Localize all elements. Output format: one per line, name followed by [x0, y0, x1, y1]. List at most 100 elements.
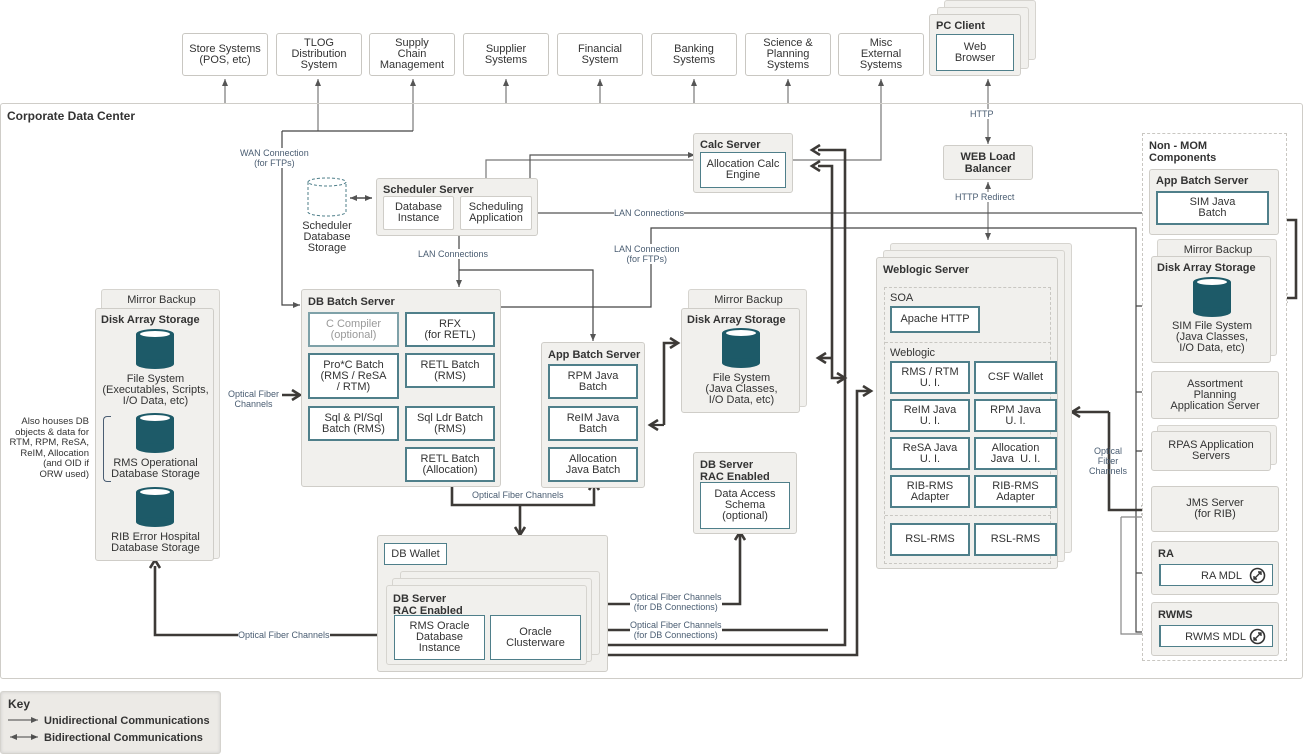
optical-fiber-db-label-2: Optical Fiber Channels (for DB Connectio…	[630, 620, 722, 640]
db-server-das-title: DB Server RAC Enabled	[700, 459, 770, 483]
external-system-science-planning[interactable]: Science & Planning Systems	[745, 33, 831, 76]
note-bracket	[103, 416, 111, 482]
external-system-misc[interactable]: Misc External Systems	[838, 33, 924, 76]
rms-rtm-ui[interactable]: RMS / RTM U. I.	[890, 361, 970, 394]
optical-fiber-db-label-1: Optical Fiber Channels (for DB Connectio…	[630, 592, 722, 612]
mid-storage-title: Disk Array Storage	[687, 314, 786, 326]
left-storage-title: Disk Array Storage	[101, 314, 200, 326]
java-fs-label: File System (Java Classes, I/O Data, etc…	[705, 372, 778, 406]
ra-title: RA	[1158, 548, 1174, 560]
weblogic-server[interactable]: Weblogic Server SOA Apache HTTP Weblogic…	[876, 257, 1058, 569]
rwms-mdl-label: RWMS MDL	[1185, 631, 1246, 643]
sql-plsql-batch[interactable]: Sql & Pl/Sql Batch (RMS)	[308, 406, 399, 441]
assortment-planning-server[interactable]: Assortment Planning Application Server	[1151, 371, 1279, 419]
sim-disk-array-storage[interactable]: Disk Array Storage SIM File System (Java…	[1151, 256, 1271, 363]
allocation-java-batch[interactable]: Allocation Java Batch	[548, 447, 638, 482]
app-batch-server-title: App Batch Server	[548, 349, 641, 361]
scheduler-storage-icon	[307, 177, 347, 217]
retl-batch-rms[interactable]: RETL Batch (RMS)	[405, 353, 495, 388]
resa-java-ui[interactable]: ReSA Java U. I.	[890, 437, 970, 470]
wan-connection-label: WAN Connection (for FTPs)	[240, 148, 309, 168]
rpm-java-batch[interactable]: RPM Java Batch	[548, 364, 638, 399]
rsl-rms-1[interactable]: RSL-RMS	[890, 523, 970, 556]
scheduling-application[interactable]: Scheduling Application	[460, 196, 532, 230]
web-browser[interactable]: Web Browser	[936, 34, 1014, 71]
rwms-title: RWMS	[1158, 609, 1193, 621]
rib-rms-adapter-1[interactable]: RIB-RMS Adapter	[890, 475, 970, 508]
storage-note: Also houses DB objects & data for RTM, R…	[9, 416, 89, 480]
db-server-rac[interactable]: DB Server RAC Enabled RMS Oracle Databas…	[386, 585, 587, 665]
external-system-banking[interactable]: Banking Systems	[651, 33, 737, 76]
rfx[interactable]: RFX (for RETL)	[405, 312, 495, 347]
rsl-rms-2[interactable]: RSL-RMS	[974, 523, 1057, 556]
external-system-supplier[interactable]: Supplier Systems	[463, 33, 549, 76]
sim-app-batch-server[interactable]: App Batch Server SIM Java Batch	[1149, 169, 1279, 235]
mdl-link-icon	[1249, 567, 1266, 584]
rpas-application-servers[interactable]: RPAS Application Servers	[1151, 431, 1271, 471]
apache-http[interactable]: Apache HTTP	[890, 306, 980, 333]
allocation-calc-engine[interactable]: Allocation Calc Engine	[700, 152, 786, 188]
rib-db-icon	[136, 487, 174, 527]
db-server-das[interactable]: DB Server RAC Enabled Data Access Schema…	[693, 452, 797, 534]
csf-wallet[interactable]: CSF Wallet	[974, 361, 1057, 394]
key-bidirectional: Bidirectional Communications	[44, 732, 203, 744]
non-mom-components: Non - MOM Components App Batch Server SI…	[1142, 133, 1287, 661]
external-system-store[interactable]: Store Systems (POS, etc)	[182, 33, 268, 76]
mdl-link-icon	[1249, 628, 1266, 645]
key-arrows-icon	[8, 717, 38, 740]
db-server-main-container: DB Wallet DB Server RAC Enabled RMS Orac…	[377, 535, 608, 672]
left-mirror-label: Mirror Backup	[127, 294, 196, 306]
db-wallet[interactable]: DB Wallet	[384, 543, 447, 565]
scheduler-storage-label: Scheduler Database Storage	[302, 220, 352, 254]
rib-db-label: RIB Error Hospital Database Storage	[111, 531, 200, 554]
sim-app-batch-title: App Batch Server	[1156, 175, 1249, 187]
calc-server-title: Calc Server	[700, 139, 761, 151]
oracle-clusterware[interactable]: Oracle Clusterware	[490, 615, 581, 660]
soa-divider	[885, 342, 1051, 343]
sim-mirror-label: Mirror Backup	[1183, 244, 1253, 256]
c-compiler[interactable]: C Compiler (optional)	[308, 312, 399, 347]
pc-client[interactable]: PC Client Web Browser	[929, 14, 1021, 76]
optical-fiber-left-label: Optical Fiber Channels	[228, 389, 280, 409]
ra-server[interactable]: RA RA MDL	[1151, 541, 1279, 595]
reim-java-ui[interactable]: ReIM Java U. I.	[890, 399, 970, 432]
proc-batch[interactable]: Pro*C Batch (RMS / ReSA / RTM)	[308, 353, 399, 399]
ra-mdl[interactable]: RA MDL	[1159, 564, 1273, 586]
legend-key: Key Unidirectional Communications Bidire…	[0, 691, 221, 754]
calc-server[interactable]: Calc Server Allocation Calc Engine	[693, 133, 793, 193]
key-title: Key	[8, 697, 31, 711]
file-system-label: File System (Executables, Scripts, I/O D…	[102, 373, 209, 407]
rms-oracle-db-instance[interactable]: RMS Oracle Database Instance	[394, 615, 485, 660]
jms-server[interactable]: JMS Server (for RIB)	[1151, 486, 1279, 532]
non-mom-title: Non - MOM Components	[1149, 140, 1217, 164]
mid-disk-array-storage[interactable]: Disk Array Storage File System (Java Cla…	[681, 308, 800, 413]
db-batch-server[interactable]: DB Batch Server C Compiler (optional) RF…	[301, 289, 501, 487]
rwms-server[interactable]: RWMS RWMS MDL	[1151, 602, 1279, 656]
external-system-supply-chain[interactable]: Supply Chain Management	[369, 33, 455, 76]
web-load-balancer[interactable]: WEB Load Balancer	[943, 145, 1033, 180]
http-label: HTTP	[970, 109, 994, 119]
allocation-java-ui[interactable]: Allocation Java U. I.	[974, 437, 1057, 470]
scheduler-server[interactable]: Scheduler Server Database Instance Sched…	[376, 178, 538, 236]
external-system-financial[interactable]: Financial System	[557, 33, 643, 76]
sim-java-batch[interactable]: SIM Java Batch	[1156, 191, 1269, 225]
lan-connections-label: LAN Connections	[614, 208, 685, 218]
java-fs-db-icon	[722, 328, 760, 368]
rms-db-icon	[136, 413, 174, 453]
scheduler-database-instance[interactable]: Database Instance	[383, 196, 454, 230]
left-disk-array-storage[interactable]: Disk Array Storage File System (Executab…	[95, 308, 214, 561]
sql-ldr-batch[interactable]: Sql Ldr Batch (RMS)	[405, 406, 495, 441]
data-access-schema[interactable]: Data Access Schema (optional)	[700, 482, 790, 529]
file-system-db-icon	[136, 329, 174, 369]
retl-batch-allocation[interactable]: RETL Batch (Allocation)	[405, 447, 495, 482]
pc-client-title: PC Client	[936, 20, 985, 32]
app-batch-server[interactable]: App Batch Server RPM Java Batch ReIM Jav…	[541, 342, 645, 488]
reim-java-batch[interactable]: ReIM Java Batch	[548, 406, 638, 441]
rwms-mdl[interactable]: RWMS MDL	[1159, 625, 1273, 647]
rib-rms-adapter-2[interactable]: RIB-RMS Adapter	[974, 475, 1057, 508]
rms-db-label: RMS Operational Database Storage	[111, 457, 200, 480]
weblogic-server-title: Weblogic Server	[883, 264, 969, 276]
rpm-java-ui[interactable]: RPM Java U. I.	[974, 399, 1057, 432]
optical-fiber-batch-label: Optical Fiber Channels	[472, 490, 564, 500]
external-system-tlog[interactable]: TLOG Distribution System	[276, 33, 362, 76]
